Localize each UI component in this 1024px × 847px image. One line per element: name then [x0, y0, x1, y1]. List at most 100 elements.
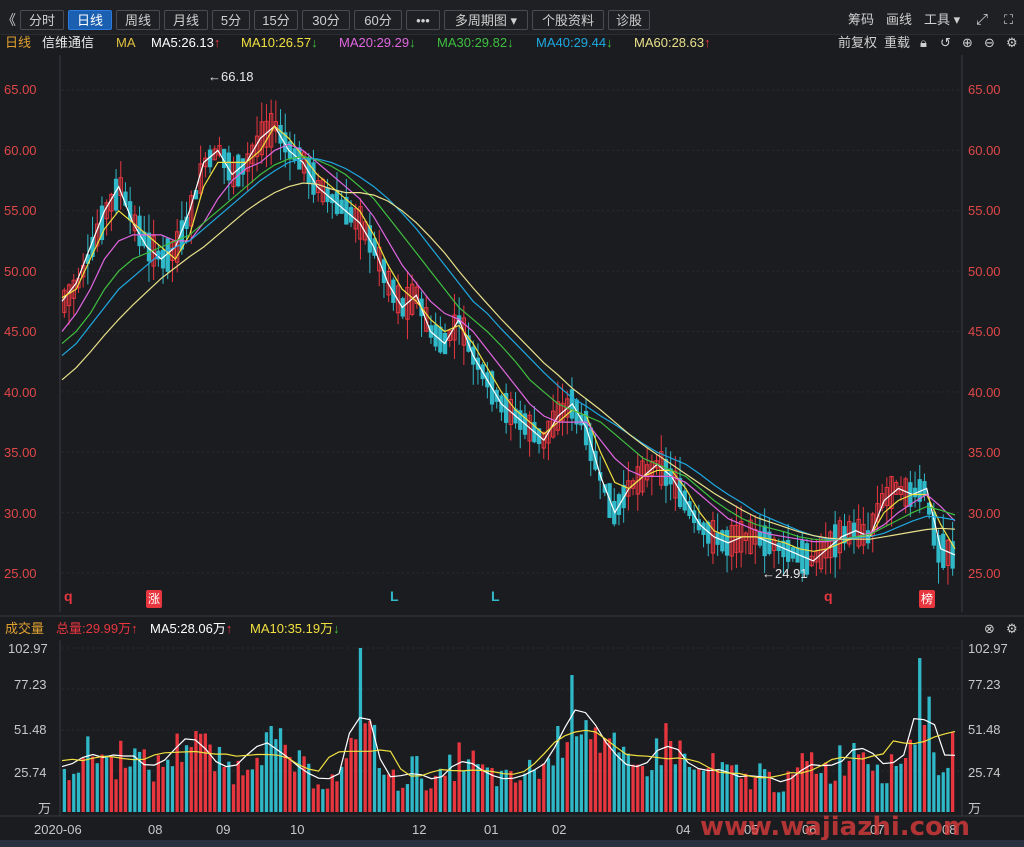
- volume-bar: [626, 753, 630, 812]
- event-marker-l[interactable]: L: [390, 588, 399, 604]
- volume-ma5: MA5:28.06万↑: [150, 621, 233, 636]
- volume-bar: [885, 783, 889, 812]
- price-tick: 25.00: [968, 566, 1001, 581]
- volume-bar: [368, 720, 372, 812]
- volume-bar: [800, 753, 804, 812]
- volume-bar: [302, 756, 306, 812]
- volume-bar: [753, 777, 757, 812]
- volume-bar: [636, 764, 640, 812]
- volume-bar: [598, 752, 602, 812]
- volume-bar: [763, 769, 767, 812]
- candlesticks: [62, 99, 955, 585]
- bottom-tab-strip: [0, 840, 1024, 847]
- price-tick: 60.00: [4, 143, 37, 158]
- close-panel-icon[interactable]: ⊗: [984, 620, 995, 638]
- volume-bar: [748, 789, 753, 812]
- volume-bar: [95, 763, 99, 812]
- volume-bar: [62, 768, 66, 812]
- volume-bar: [495, 786, 499, 812]
- volume-bar: [781, 791, 786, 812]
- volume-bar: [462, 770, 466, 812]
- volume-bar: [419, 778, 424, 812]
- volume-bar: [194, 730, 198, 812]
- price-tick: 55.00: [968, 203, 1001, 218]
- dragon-tiger-list-badge[interactable]: 榜: [919, 590, 935, 608]
- volume-bar: [875, 764, 880, 812]
- volume-info-bar: 成交量 总量:29.99万↑ MA5:28.06万↑ MA10:35.19万↓ …: [0, 620, 1024, 638]
- ma40-line: [61, 158, 956, 540]
- volume-bar: [593, 727, 598, 812]
- volume-bar: [213, 771, 217, 812]
- volume-bar: [537, 778, 541, 812]
- price-tick: 30.00: [968, 506, 1001, 521]
- price-tick: 45.00: [968, 324, 1001, 339]
- volume-bar: [603, 738, 607, 812]
- volume-bar: [551, 765, 555, 812]
- volume-bar: [847, 760, 851, 812]
- volume-bar: [650, 770, 654, 812]
- event-marker-l[interactable]: L: [491, 588, 500, 604]
- volume-bar: [415, 756, 419, 812]
- volume-bar: [730, 765, 734, 812]
- volume-bar: [316, 784, 320, 812]
- volume-bar: [589, 739, 593, 812]
- candle-body: [113, 178, 119, 211]
- volume-bar: [476, 764, 480, 812]
- volume-bar: [941, 772, 945, 812]
- volume-bar: [90, 756, 95, 812]
- watermark-text: www.wajiazhi.com: [700, 812, 971, 842]
- volume-bar: [918, 658, 922, 812]
- event-marker-q[interactable]: q: [64, 588, 73, 604]
- volume-bar: [128, 766, 132, 812]
- volume-bar: [217, 746, 222, 812]
- volume-bar: [744, 773, 748, 812]
- volume-bar: [152, 781, 156, 812]
- volume-bar: [607, 738, 612, 812]
- volume-bar: [734, 764, 739, 812]
- date-tick: 09: [216, 822, 231, 837]
- volume-bar: [255, 757, 259, 812]
- volume-bar: [278, 728, 283, 812]
- ma60-line: [61, 182, 956, 540]
- volume-bar: [814, 773, 818, 812]
- volume-bar: [170, 766, 175, 812]
- volume-bar: [264, 732, 269, 812]
- volume-bar: [485, 767, 489, 812]
- volume-bar: [401, 787, 405, 812]
- volume-tick: 102.97: [8, 641, 48, 656]
- volume-bar: [227, 761, 231, 812]
- price-tick: 60.00: [968, 143, 1001, 158]
- price-tick: 45.00: [4, 324, 37, 339]
- volume-bar: [180, 761, 184, 812]
- price-tick: 35.00: [4, 445, 37, 460]
- date-tick: 08: [148, 822, 163, 837]
- volume-settings-gear-icon[interactable]: ⚙: [1006, 620, 1018, 638]
- volume-bar: [434, 775, 438, 812]
- volume-bar: [260, 765, 264, 812]
- volume-bar: [76, 772, 81, 812]
- volume-bar: [692, 769, 696, 812]
- volume-bar: [387, 774, 391, 812]
- volume-bar: [509, 770, 513, 812]
- volume-bar: [570, 675, 574, 812]
- volume-bar: [504, 769, 508, 812]
- price-tick: 35.00: [968, 445, 1001, 460]
- volume-bar: [711, 753, 715, 812]
- volume-bar: [363, 723, 367, 812]
- volume-bar: [908, 739, 912, 812]
- date-tick: 04: [676, 822, 691, 837]
- volume-bar: [951, 732, 955, 812]
- volume-bar: [471, 750, 475, 812]
- chart-grid: [0, 55, 1024, 817]
- volume-bar: [786, 771, 790, 812]
- volume-bar: [114, 779, 118, 812]
- volume-bar: [861, 752, 865, 812]
- date-tick: 02: [552, 822, 567, 837]
- kline-chart[interactable]: [0, 0, 1024, 847]
- volume-bar: [824, 762, 828, 812]
- volume-bar: [546, 758, 551, 812]
- price-tick: 65.00: [4, 82, 37, 97]
- event-marker-q[interactable]: q: [824, 588, 833, 604]
- volume-bar: [739, 778, 743, 812]
- limit-up-badge[interactable]: 涨: [146, 590, 162, 608]
